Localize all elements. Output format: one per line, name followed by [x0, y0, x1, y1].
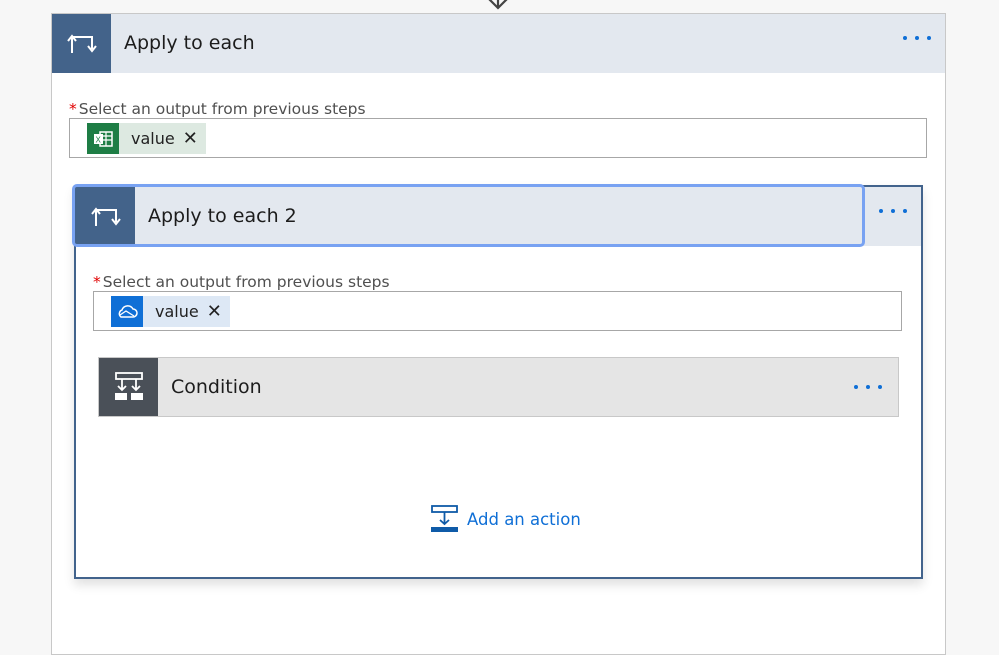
step-title: Apply to each 2 [148, 205, 297, 227]
remove-token-icon[interactable]: ✕ [183, 128, 198, 149]
add-action-icon [431, 505, 458, 532]
remove-token-icon[interactable]: ✕ [207, 301, 222, 322]
field-label: * Select an output from previous steps [93, 273, 390, 291]
flow-arrow-icon [488, 0, 508, 10]
loop-icon [52, 14, 111, 73]
required-mark: * [69, 100, 77, 118]
onedrive-icon [111, 296, 143, 327]
apply-to-each-header[interactable]: Apply to each [52, 14, 945, 73]
value-token[interactable]: X value ✕ [87, 123, 206, 154]
select-output-input[interactable]: X value ✕ [69, 118, 927, 158]
excel-icon: X [87, 123, 119, 154]
select-output-input[interactable]: value ✕ [93, 291, 902, 331]
apply-to-each-2-header[interactable]: Apply to each 2 [76, 187, 921, 246]
add-action-label: Add an action [467, 509, 581, 529]
field-label-text: Select an output from previous steps [102, 273, 390, 291]
value-token[interactable]: value ✕ [111, 296, 230, 327]
apply-to-each-2-card: Apply to each 2 * Select an output from p… [72, 184, 923, 579]
field-label-text: Select an output from previous steps [78, 100, 366, 118]
more-options-icon[interactable] [879, 209, 907, 213]
field-label: * Select an output from previous steps [69, 100, 366, 118]
condition-title: Condition [171, 376, 262, 398]
required-mark: * [93, 273, 101, 291]
apply-to-each-card: Apply to each * Select an output from pre… [51, 13, 946, 655]
token-label: value [131, 129, 175, 148]
step-title: Apply to each [124, 32, 255, 54]
token-label: value [155, 302, 199, 321]
more-options-icon[interactable] [854, 385, 882, 389]
svg-text:X: X [96, 135, 102, 144]
more-options-icon[interactable] [903, 36, 931, 40]
condition-icon [99, 358, 158, 416]
loop-icon [76, 187, 135, 246]
add-action-button[interactable]: Add an action [431, 505, 581, 533]
condition-card[interactable]: Condition [98, 357, 899, 417]
